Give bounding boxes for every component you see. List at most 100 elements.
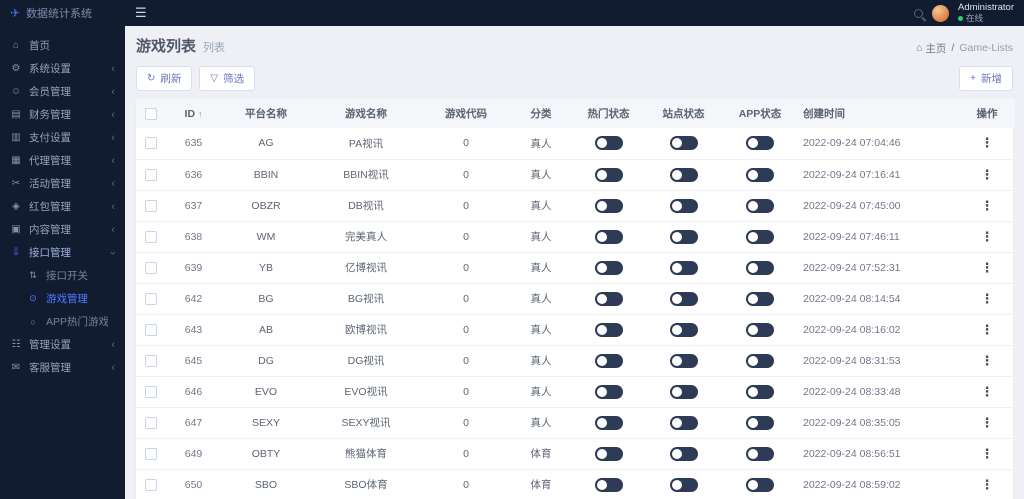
- row-actions-icon[interactable]: ⋮: [981, 291, 994, 306]
- row-actions-icon[interactable]: ⋮: [981, 477, 994, 492]
- filter-button[interactable]: ▽ 筛选: [199, 66, 256, 91]
- toggle-knob: [748, 479, 758, 490]
- hot-status-toggle[interactable]: [594, 415, 623, 430]
- sidebar-item-agents[interactable]: ▦ 代理管理 ‹: [0, 149, 125, 172]
- row-checkbox[interactable]: [145, 416, 157, 429]
- site-status-toggle[interactable]: [669, 353, 698, 368]
- sidebar-item-service[interactable]: ✉ 客服管理 ‹: [0, 356, 125, 379]
- site-status-toggle[interactable]: [669, 322, 698, 337]
- app-status-toggle[interactable]: [746, 477, 774, 492]
- hot-status-toggle[interactable]: [594, 198, 623, 213]
- app-status-toggle[interactable]: [746, 136, 774, 151]
- user-menu[interactable]: Administrator 在线: [958, 2, 1014, 24]
- row-checkbox[interactable]: [145, 323, 157, 336]
- row-actions-icon[interactable]: ⋮: [981, 260, 994, 275]
- site-status-toggle[interactable]: [669, 415, 698, 430]
- row-checkbox[interactable]: [145, 137, 157, 150]
- site-status-toggle[interactable]: [669, 198, 698, 213]
- toggle-knob: [596, 262, 607, 273]
- app-status-toggle[interactable]: [746, 446, 774, 461]
- chevron-icon: ‹: [111, 177, 115, 190]
- sidebar-item-app-hot-games[interactable]: ○ APP热门游戏: [0, 310, 125, 333]
- row-actions-icon[interactable]: ⋮: [981, 135, 994, 150]
- hot-status-toggle[interactable]: [594, 446, 623, 461]
- chevron-icon: ‹: [111, 108, 115, 121]
- hot-status-toggle[interactable]: [594, 291, 623, 306]
- sidebar-item-redpacket[interactable]: ◈ 红包管理 ‹: [0, 195, 125, 218]
- app-status-toggle[interactable]: [746, 198, 774, 213]
- plus-icon: +: [970, 73, 976, 84]
- hot-status-toggle[interactable]: [594, 353, 623, 368]
- app-status-toggle[interactable]: [746, 353, 774, 368]
- row-actions-icon[interactable]: ⋮: [981, 167, 994, 182]
- refresh-icon: ↻: [147, 73, 156, 84]
- app-status-toggle[interactable]: [746, 229, 774, 244]
- page-title: 游戏列表: [136, 38, 197, 55]
- column-header-id[interactable]: ID ↑: [166, 99, 221, 128]
- hot-status-toggle[interactable]: [594, 136, 623, 151]
- hot-status-toggle[interactable]: [594, 229, 623, 244]
- site-status-toggle[interactable]: [669, 229, 698, 244]
- cell-id: 635: [166, 128, 221, 160]
- row-actions-icon[interactable]: ⋮: [981, 229, 994, 244]
- row-checkbox[interactable]: [145, 230, 157, 243]
- site-status-toggle[interactable]: [669, 136, 698, 151]
- sidebar-toggle-icon[interactable]: ☰: [135, 5, 147, 21]
- add-button[interactable]: + 新增: [959, 66, 1013, 91]
- row-actions-icon[interactable]: ⋮: [981, 353, 994, 368]
- sidebar-item-members[interactable]: ☺ 会员管理 ‹: [0, 80, 125, 103]
- row-actions-icon[interactable]: ⋮: [981, 415, 994, 430]
- refresh-button[interactable]: ↻ 刷新: [136, 66, 193, 91]
- search-icon[interactable]: [914, 8, 924, 18]
- cell-code: 0: [421, 252, 511, 284]
- hot-status-toggle[interactable]: [594, 167, 623, 182]
- app-status-toggle[interactable]: [746, 415, 774, 430]
- home-icon: ⌂: [916, 42, 923, 54]
- row-checkbox[interactable]: [145, 385, 157, 398]
- sidebar-item-payment[interactable]: ▥ 支付设置 ‹: [0, 126, 125, 149]
- sidebar-item-interface[interactable]: ⇩ 接口管理 ‹: [0, 241, 125, 264]
- sidebar-item-interface-switch[interactable]: ⇅ 接口开关: [0, 264, 125, 287]
- hot-status-toggle[interactable]: [594, 477, 623, 492]
- sidebar-item-admin-settings[interactable]: ☷ 管理设置 ‹: [0, 333, 125, 356]
- row-checkbox[interactable]: [145, 354, 157, 367]
- row-actions-icon[interactable]: ⋮: [981, 322, 994, 337]
- row-actions-icon[interactable]: ⋮: [981, 384, 994, 399]
- select-all-checkbox[interactable]: [145, 107, 157, 120]
- app-status-toggle[interactable]: [746, 291, 774, 306]
- row-checkbox[interactable]: [145, 199, 157, 212]
- sidebar-item-system-settings[interactable]: ⚙ 系统设置 ‹: [0, 57, 125, 80]
- sidebar-item-finance[interactable]: ▤ 财务管理 ‹: [0, 103, 125, 126]
- row-actions-icon[interactable]: ⋮: [981, 446, 994, 461]
- avatar[interactable]: [932, 4, 950, 22]
- site-status-toggle[interactable]: [669, 291, 698, 306]
- sidebar-item-content[interactable]: ▣ 内容管理 ‹: [0, 218, 125, 241]
- hot-status-toggle[interactable]: [594, 322, 623, 337]
- app-logo[interactable]: ✈ 数据统计系统: [0, 0, 125, 26]
- cell-code: 0: [421, 283, 511, 315]
- app-status-toggle[interactable]: [746, 167, 774, 182]
- row-checkbox[interactable]: [145, 261, 157, 274]
- row-checkbox[interactable]: [145, 447, 157, 460]
- site-status-toggle[interactable]: [669, 384, 698, 399]
- site-status-toggle[interactable]: [669, 446, 698, 461]
- sidebar-item-activities[interactable]: ✂ 活动管理 ‹: [0, 172, 125, 195]
- app-status-toggle[interactable]: [746, 384, 774, 399]
- row-checkbox[interactable]: [145, 292, 157, 305]
- app-status-toggle[interactable]: [746, 260, 774, 275]
- cell-platform: BBIN: [221, 159, 311, 191]
- app-status-toggle[interactable]: [746, 322, 774, 337]
- hot-status-toggle[interactable]: [594, 260, 623, 275]
- row-checkbox[interactable]: [145, 478, 157, 491]
- row-checkbox[interactable]: [145, 168, 157, 181]
- site-status-toggle[interactable]: [669, 260, 698, 275]
- sidebar-item-game-management[interactable]: ⊙ 游戏管理: [0, 287, 125, 310]
- row-actions-icon[interactable]: ⋮: [981, 198, 994, 213]
- sidebar-item-home[interactable]: ⌂ 首页: [0, 34, 125, 57]
- site-status-toggle[interactable]: [669, 167, 698, 182]
- cell-id: 647: [166, 407, 221, 439]
- site-status-toggle[interactable]: [669, 477, 698, 492]
- breadcrumb-home-link[interactable]: ⌂ 主页: [916, 41, 946, 56]
- hot-status-toggle[interactable]: [594, 384, 623, 399]
- sidebar-nav: ⌂ 首页 ⚙ 系统设置 ‹ ☺ 会员管理 ‹ ▤ 财务管理 ‹ ▥ 支付设置 ‹…: [0, 34, 125, 379]
